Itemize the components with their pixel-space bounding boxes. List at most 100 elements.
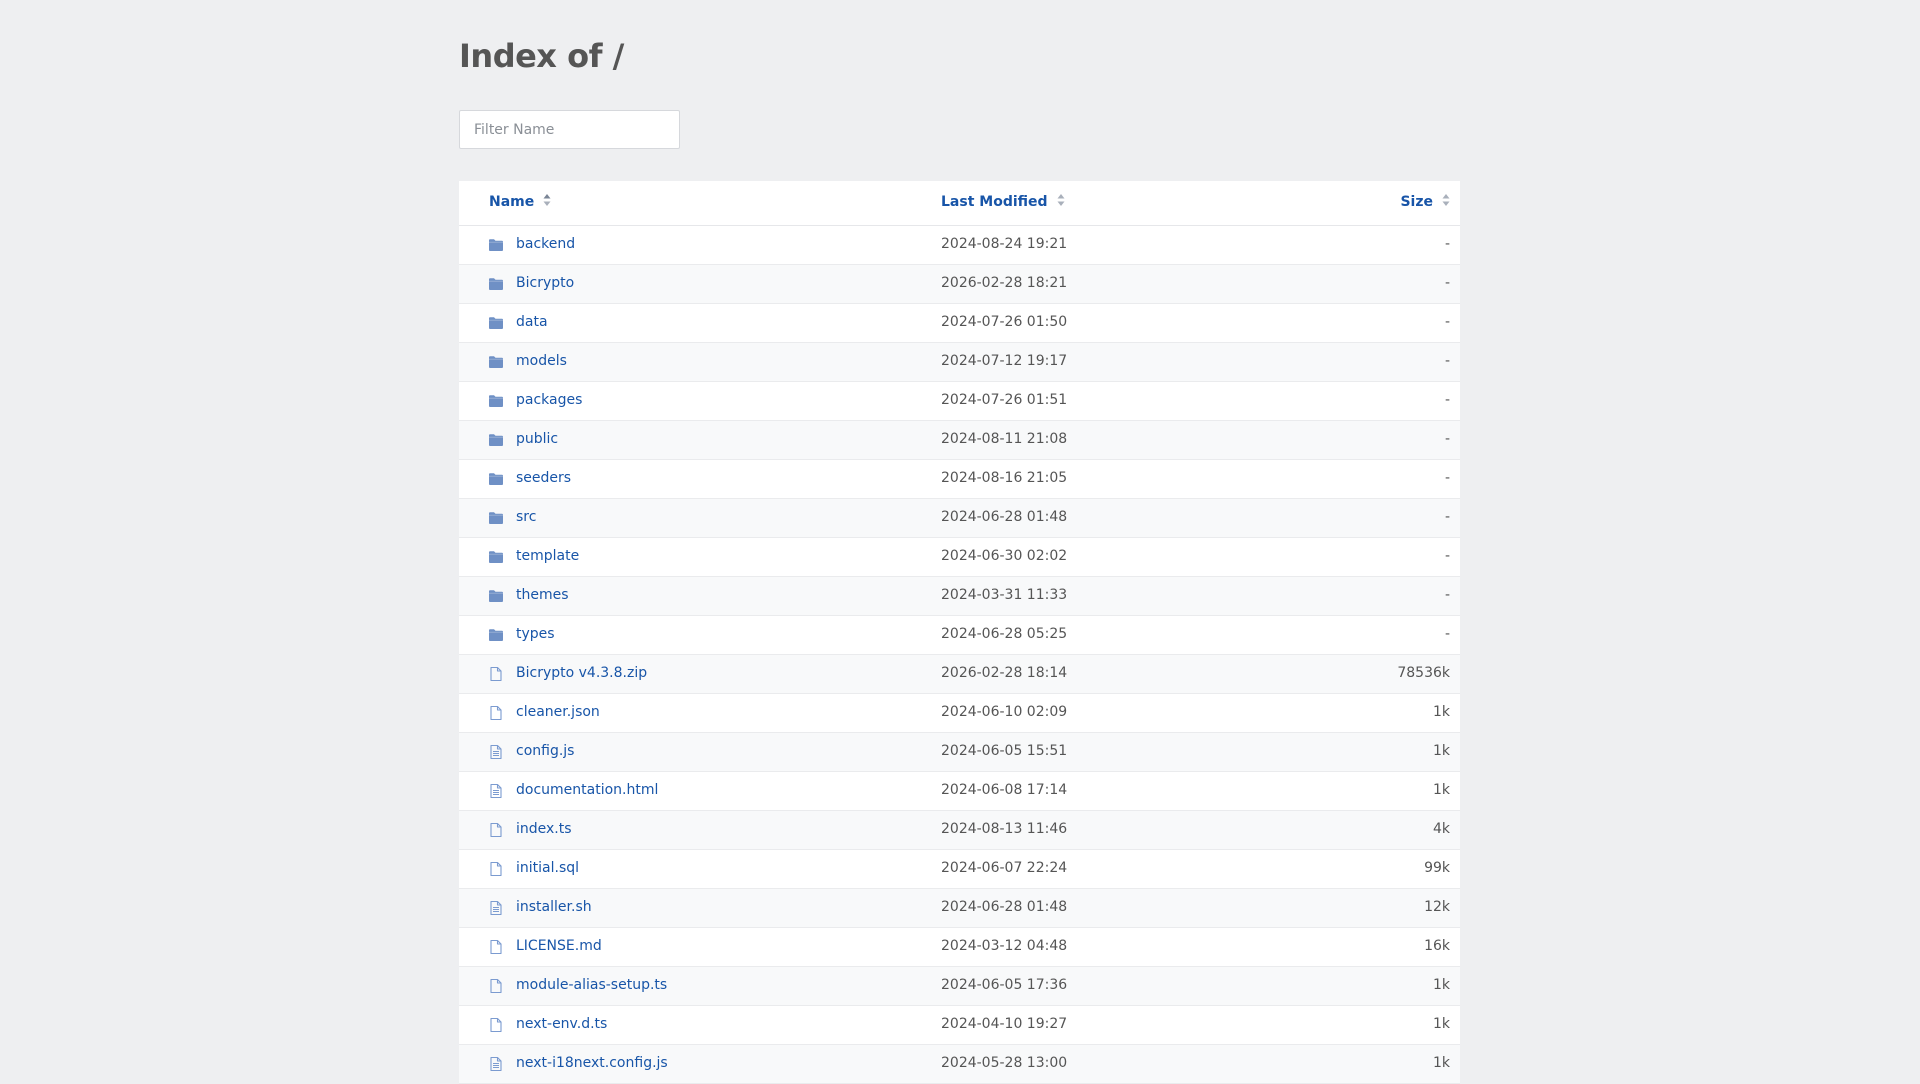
last-modified-cell: 2024-06-10 02:09 bbox=[941, 704, 1068, 720]
size-cell: 16k bbox=[1424, 938, 1450, 954]
size-cell: - bbox=[1444, 509, 1450, 525]
table-row: Bicrypto 2026-02-28 18:21 - bbox=[459, 265, 1460, 304]
text-file-icon bbox=[488, 744, 504, 760]
folder-link[interactable]: packages bbox=[516, 392, 582, 408]
last-modified-cell: 2024-08-24 19:21 bbox=[941, 236, 1068, 252]
folder-icon bbox=[488, 432, 504, 448]
table-row: LICENSE.md 2024-03-12 04:48 16k bbox=[459, 928, 1460, 967]
file-link[interactable]: config.js bbox=[516, 743, 574, 759]
last-modified-cell: 2024-06-05 17:36 bbox=[941, 977, 1068, 993]
file-icon bbox=[488, 705, 504, 721]
table-row: next-env.d.ts 2024-04-10 19:27 1k bbox=[459, 1006, 1460, 1045]
size-cell: 4k bbox=[1432, 821, 1450, 837]
table-row: module-alias-setup.ts 2024-06-05 17:36 1k bbox=[459, 967, 1460, 1006]
folder-icon bbox=[488, 471, 504, 487]
size-cell: - bbox=[1444, 626, 1450, 642]
table-body: backend 2024-08-24 19:21 - Bicrypto 2026-02-… bbox=[459, 226, 1460, 1084]
file-link[interactable]: LICENSE.md bbox=[516, 938, 602, 954]
last-modified-header-label: Last Modified bbox=[941, 194, 1048, 210]
table-row: cleaner.json 2024-06-10 02:09 1k bbox=[459, 694, 1460, 733]
size-cell: - bbox=[1444, 236, 1450, 252]
last-modified-cell: 2024-07-12 19:17 bbox=[941, 353, 1068, 369]
folder-link[interactable]: backend bbox=[516, 236, 575, 252]
folder-link[interactable]: Bicrypto bbox=[516, 275, 574, 291]
last-modified-cell: 2024-05-28 13:00 bbox=[941, 1055, 1068, 1071]
table-row: data 2024-07-26 01:50 - bbox=[459, 304, 1460, 343]
file-link[interactable]: cleaner.json bbox=[516, 704, 600, 720]
size-cell: - bbox=[1444, 392, 1450, 408]
sort-icon bbox=[1057, 194, 1065, 206]
file-link[interactable]: installer.sh bbox=[516, 899, 592, 915]
last-modified-cell: 2024-07-26 01:51 bbox=[941, 392, 1068, 408]
size-cell: 12k bbox=[1424, 899, 1450, 915]
file-link[interactable]: next-i18next.config.js bbox=[516, 1055, 668, 1071]
size-cell: - bbox=[1444, 587, 1450, 603]
table-row: config.js 2024-06-05 15:51 1k bbox=[459, 733, 1460, 772]
folder-icon bbox=[488, 237, 504, 253]
file-link[interactable]: next-env.d.ts bbox=[516, 1016, 607, 1032]
table-row: seeders 2024-08-16 21:05 - bbox=[459, 460, 1460, 499]
size-cell: - bbox=[1444, 431, 1450, 447]
file-link[interactable]: Bicrypto v4.3.8.zip bbox=[516, 665, 647, 681]
file-icon bbox=[488, 978, 504, 994]
file-link[interactable]: module-alias-setup.ts bbox=[516, 977, 667, 993]
last-modified-cell: 2024-06-07 22:24 bbox=[941, 860, 1068, 876]
last-modified-column-header[interactable]: Last Modified bbox=[941, 194, 1065, 210]
last-modified-cell: 2024-08-13 11:46 bbox=[941, 821, 1068, 837]
last-modified-cell: 2024-06-28 01:48 bbox=[941, 509, 1068, 525]
folder-icon bbox=[488, 315, 504, 331]
file-link[interactable]: initial.sql bbox=[516, 860, 579, 876]
size-cell: 99k bbox=[1424, 860, 1450, 876]
folder-link[interactable]: data bbox=[516, 314, 548, 330]
table-row: documentation.html 2024-06-08 17:14 1k bbox=[459, 772, 1460, 811]
table-row: Bicrypto v4.3.8.zip 2026-02-28 18:14 78536… bbox=[459, 655, 1460, 694]
table-row: installer.sh 2024-06-28 01:48 12k bbox=[459, 889, 1460, 928]
folder-link[interactable]: types bbox=[516, 626, 555, 642]
size-cell: 78536k bbox=[1397, 665, 1450, 681]
last-modified-cell: 2024-08-11 21:08 bbox=[941, 431, 1068, 447]
text-file-icon bbox=[488, 1056, 504, 1072]
last-modified-cell: 2024-06-30 02:02 bbox=[941, 548, 1068, 564]
table-row: packages 2024-07-26 01:51 - bbox=[459, 382, 1460, 421]
file-link[interactable]: documentation.html bbox=[516, 782, 658, 798]
filter-name-input[interactable] bbox=[459, 110, 680, 149]
table-row: backend 2024-08-24 19:21 - bbox=[459, 226, 1460, 265]
folder-link[interactable]: template bbox=[516, 548, 579, 564]
size-cell: - bbox=[1444, 548, 1450, 564]
folder-link[interactable]: public bbox=[516, 431, 558, 447]
table-row: types 2024-06-28 05:25 - bbox=[459, 616, 1460, 655]
file-icon bbox=[488, 1017, 504, 1033]
name-header-label: Name bbox=[489, 194, 535, 210]
file-icon bbox=[488, 666, 504, 682]
size-cell: 1k bbox=[1432, 782, 1450, 798]
name-column-header[interactable]: Name bbox=[489, 194, 551, 210]
folder-icon bbox=[488, 627, 504, 643]
folder-icon bbox=[488, 549, 504, 565]
last-modified-cell: 2026-02-28 18:21 bbox=[941, 275, 1068, 291]
table-row: src 2024-06-28 01:48 - bbox=[459, 499, 1460, 538]
file-link[interactable]: index.ts bbox=[516, 821, 572, 837]
folder-link[interactable]: models bbox=[516, 353, 567, 369]
last-modified-cell: 2026-02-28 18:14 bbox=[941, 665, 1068, 681]
sort-icon bbox=[1442, 194, 1450, 206]
table-row: template 2024-06-30 02:02 - bbox=[459, 538, 1460, 577]
folder-icon bbox=[488, 510, 504, 526]
folder-link[interactable]: src bbox=[516, 509, 536, 525]
folder-icon bbox=[488, 393, 504, 409]
table-row: models 2024-07-12 19:17 - bbox=[459, 343, 1460, 382]
size-column-header[interactable]: Size bbox=[1400, 194, 1450, 210]
file-icon bbox=[488, 861, 504, 877]
folder-link[interactable]: seeders bbox=[516, 470, 571, 486]
size-cell: 1k bbox=[1432, 1055, 1450, 1071]
size-cell: 1k bbox=[1432, 977, 1450, 993]
size-cell: 1k bbox=[1432, 704, 1450, 720]
table-row: index.ts 2024-08-13 11:46 4k bbox=[459, 811, 1460, 850]
file-icon bbox=[488, 939, 504, 955]
text-file-icon bbox=[488, 900, 504, 916]
folder-icon bbox=[488, 588, 504, 604]
size-cell: 1k bbox=[1432, 743, 1450, 759]
last-modified-cell: 2024-07-26 01:50 bbox=[941, 314, 1068, 330]
folder-link[interactable]: themes bbox=[516, 587, 569, 603]
last-modified-cell: 2024-08-16 21:05 bbox=[941, 470, 1068, 486]
table-row: themes 2024-03-31 11:33 - bbox=[459, 577, 1460, 616]
